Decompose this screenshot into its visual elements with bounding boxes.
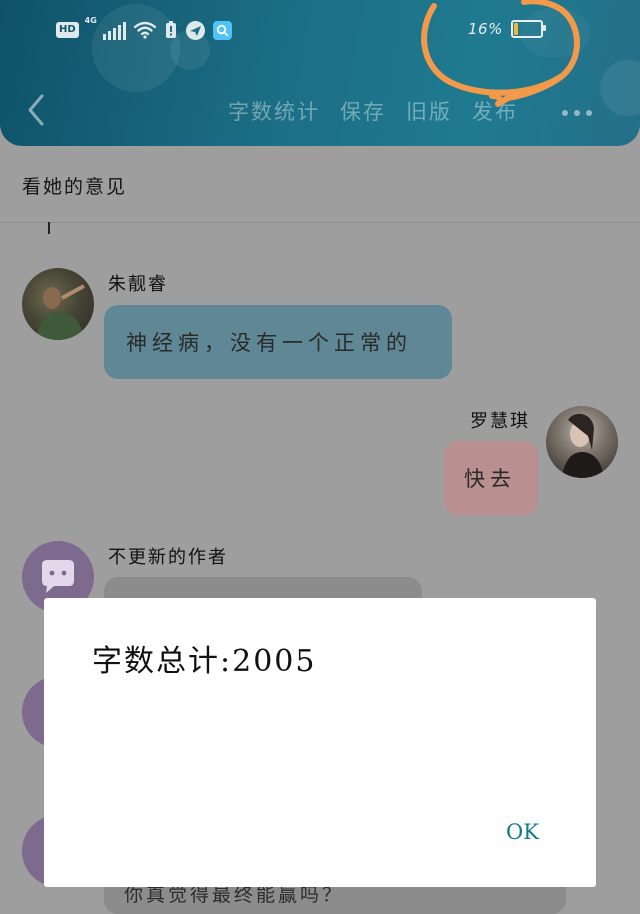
app-header: HD 4G 16% 字数统计 保存 旧版 发布 (0, 0, 640, 146)
bird-app-icon (185, 20, 205, 40)
back-arrow-icon[interactable] (24, 92, 48, 128)
sender-name: 朱靓睿 (108, 274, 168, 295)
more-dots-icon[interactable] (562, 98, 592, 116)
chat-bubble-icon (42, 560, 74, 593)
battery-icon (510, 20, 546, 38)
wifi-icon (133, 21, 156, 39)
word-count-dialog: 字数总计:2005 OK (44, 598, 596, 887)
message-bubble[interactable]: 神经病，没有一个正常的 (104, 305, 452, 379)
person-photo-icon (36, 284, 85, 340)
word-count-button[interactable]: 字数统计 (228, 96, 320, 126)
avatar[interactable] (22, 268, 94, 340)
word-count-total: 字数总计:2005 (92, 644, 317, 679)
battery-level-fill (513, 23, 518, 35)
battery-percent: 16% (468, 20, 503, 38)
toolbar-actions: 字数统计 保存 旧版 发布 (228, 96, 518, 126)
sender-name: 罗慧琪 (470, 411, 530, 432)
text-cursor (48, 222, 50, 234)
sender-name: 不更新的作者 (108, 547, 228, 568)
save-button[interactable]: 保存 (340, 96, 386, 126)
publish-button[interactable]: 发布 (472, 96, 518, 126)
hd-icon: HD (56, 22, 79, 38)
person-photo-icon (562, 413, 604, 478)
old-version-button[interactable]: 旧版 (406, 96, 452, 126)
document-title-row[interactable]: 看她的意见 (0, 146, 640, 223)
toolbar: 字数统计 保存 旧版 发布 (0, 84, 640, 140)
message-text: 快去 (464, 467, 516, 491)
ok-button[interactable]: OK (500, 818, 545, 846)
status-icons-right: 16% (468, 20, 546, 38)
battery-alert-icon (164, 21, 178, 39)
status-icons-left: HD 4G (56, 16, 232, 40)
status-bar: HD 4G 16% (0, 0, 640, 62)
avatar[interactable] (546, 406, 618, 478)
message-bubble[interactable]: 快去 (444, 441, 538, 515)
signal-icon: 4G (85, 16, 126, 40)
document-title[interactable]: 看她的意见 (22, 172, 127, 199)
message-text: 神经病，没有一个正常的 (126, 331, 412, 355)
network-type-label: 4G (84, 16, 97, 25)
search-app-icon (212, 20, 232, 40)
